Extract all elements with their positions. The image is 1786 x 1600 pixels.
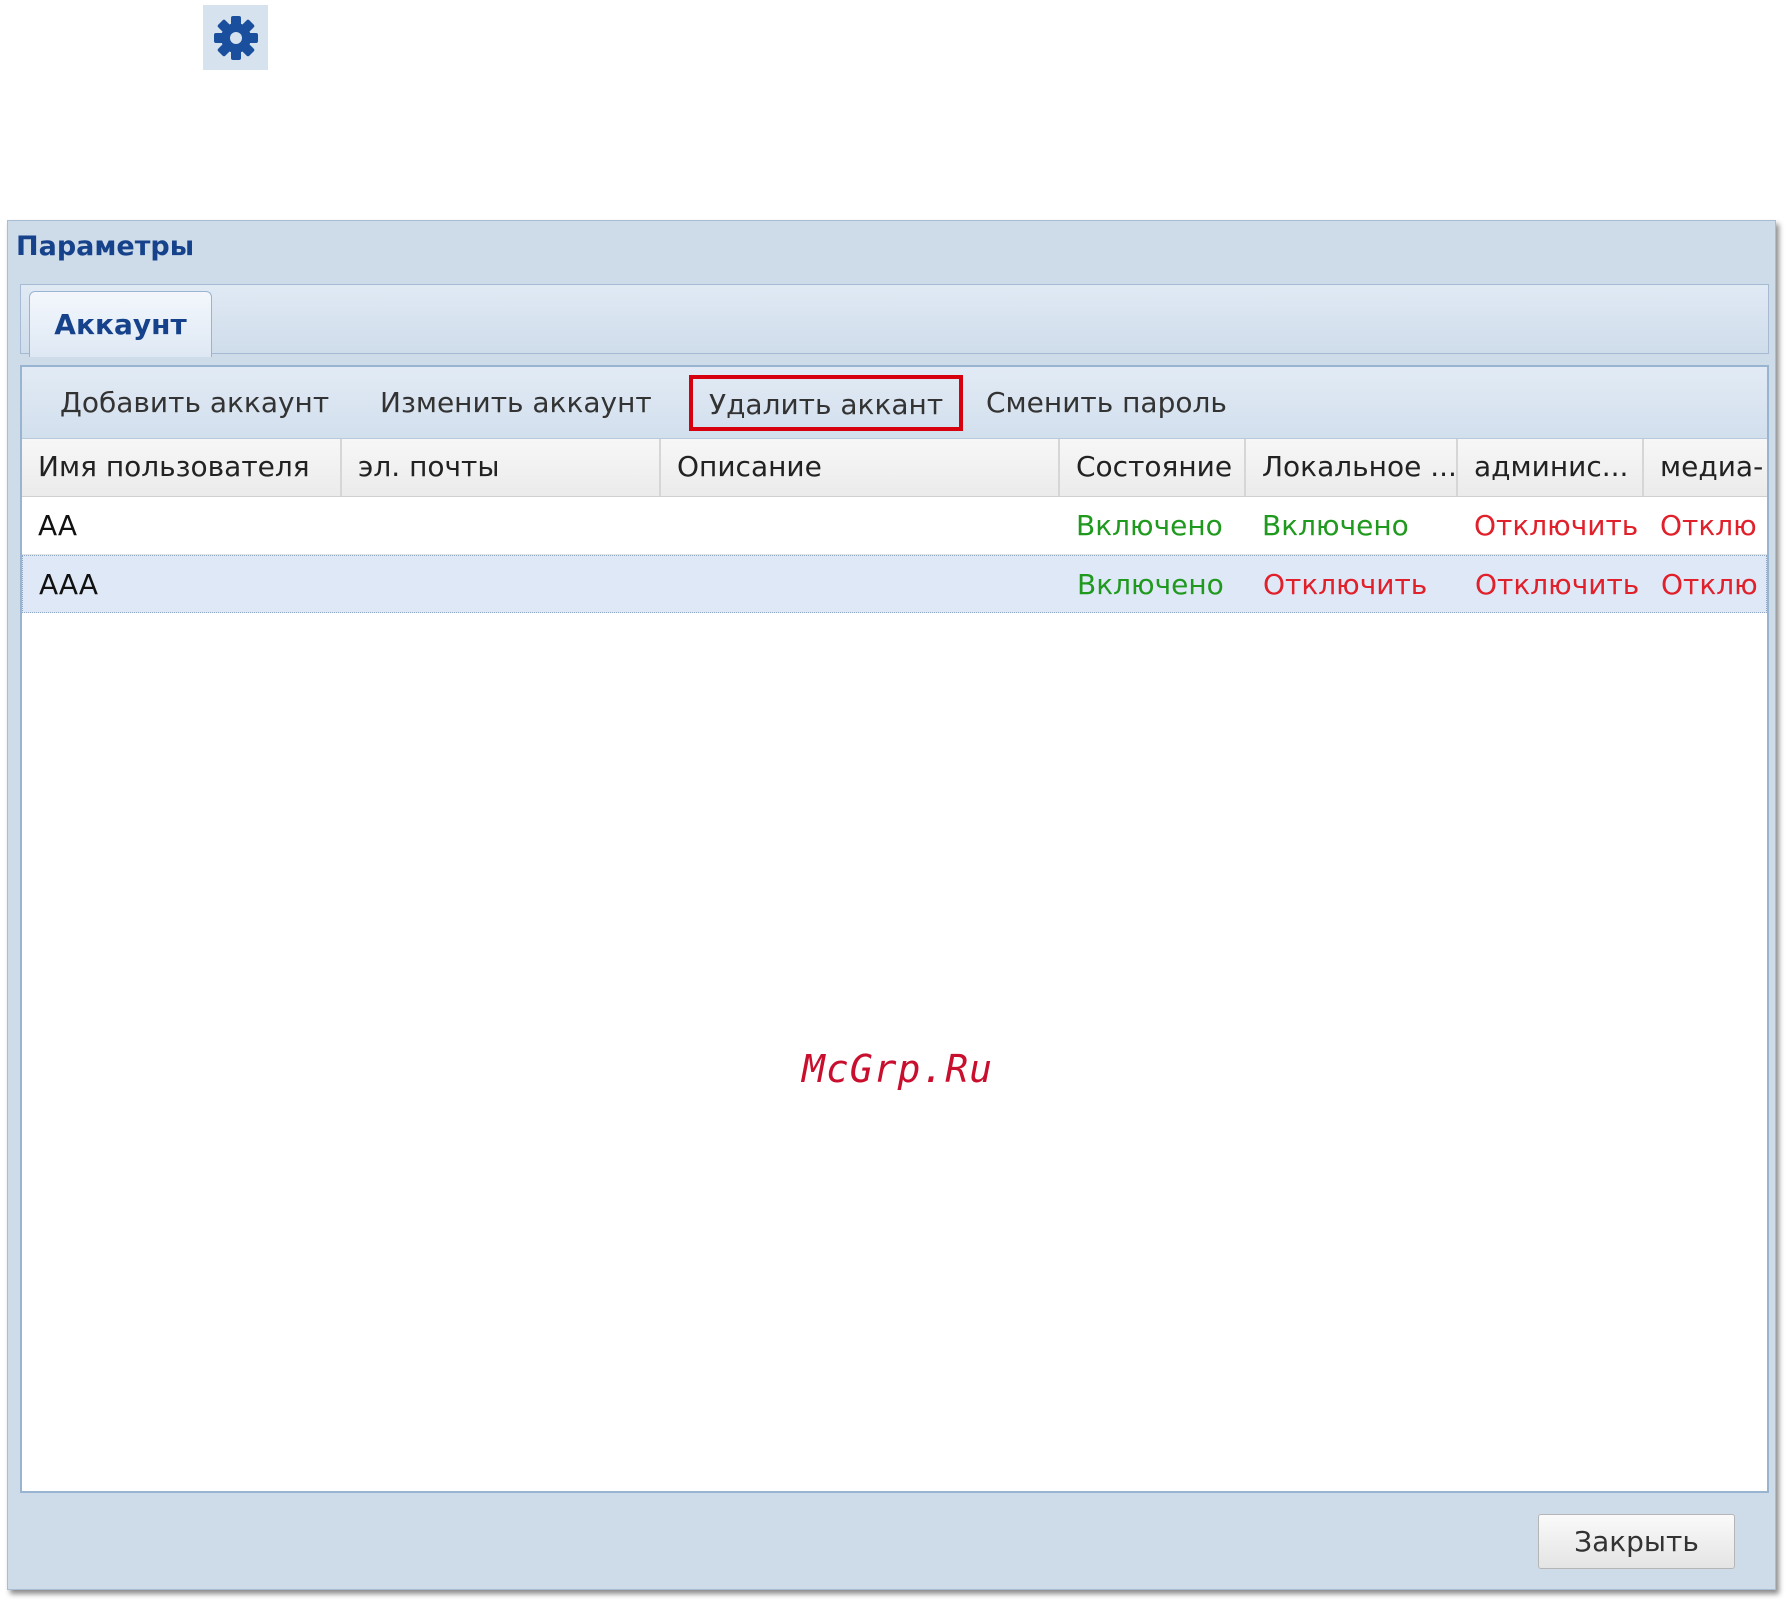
gear-icon [213,15,258,60]
column-header-local[interactable]: Локальное ... [1246,439,1458,496]
grid-header: Имя пользователя эл. почты Описание Сост… [22,439,1767,497]
cell-email [343,556,662,612]
column-header-username[interactable]: Имя пользователя [22,439,342,496]
cell-local[interactable]: Отключить [1247,556,1459,612]
close-button[interactable]: Закрыть [1538,1514,1735,1569]
edit-account-button[interactable]: Изменить аккаунт [380,367,652,439]
cell-description [661,497,1060,554]
cell-description [662,556,1061,612]
account-panel: Добавить аккаунт Изменить аккаунт Удалит… [20,365,1769,1493]
column-header-media[interactable]: медиа- [1644,439,1767,496]
settings-gear-button[interactable] [203,5,268,70]
cell-username: AAA [39,568,99,601]
cell-state[interactable]: Включено [1061,556,1247,612]
cell-state[interactable]: Включено [1060,497,1246,554]
change-password-button[interactable]: Сменить пароль [986,367,1227,439]
tab-bar: Аккаунт [20,284,1769,357]
cell-media[interactable]: Отклю [1644,497,1767,554]
cell-local[interactable]: Включено [1246,497,1458,554]
add-account-button[interactable]: Добавить аккаунт [60,367,329,439]
watermark: McGrp.Ru [802,1047,994,1091]
table-row[interactable]: AA Включено Включено Отключить Отклю [22,497,1767,555]
column-header-admin[interactable]: админис... [1458,439,1644,496]
dialog-title: Параметры [16,231,195,262]
cell-email [342,497,661,554]
settings-dialog: Параметры Аккаунт Добавить аккаунт Измен… [7,220,1776,1590]
delete-account-button[interactable]: Удалить аккант [689,375,964,431]
column-header-email[interactable]: эл. почты [342,439,661,496]
table-row-selected[interactable]: AAA Включено Отключить Отключить Отклю [22,555,1767,613]
toolbar: Добавить аккаунт Изменить аккаунт Удалит… [22,367,1767,439]
tab-account[interactable]: Аккаунт [29,291,212,357]
cell-media[interactable]: Отклю [1645,556,1766,612]
column-header-state[interactable]: Состояние [1060,439,1246,496]
cell-username: AA [38,509,78,542]
column-header-description[interactable]: Описание [661,439,1060,496]
cell-admin[interactable]: Отключить [1458,497,1644,554]
cell-admin[interactable]: Отключить [1459,556,1645,612]
